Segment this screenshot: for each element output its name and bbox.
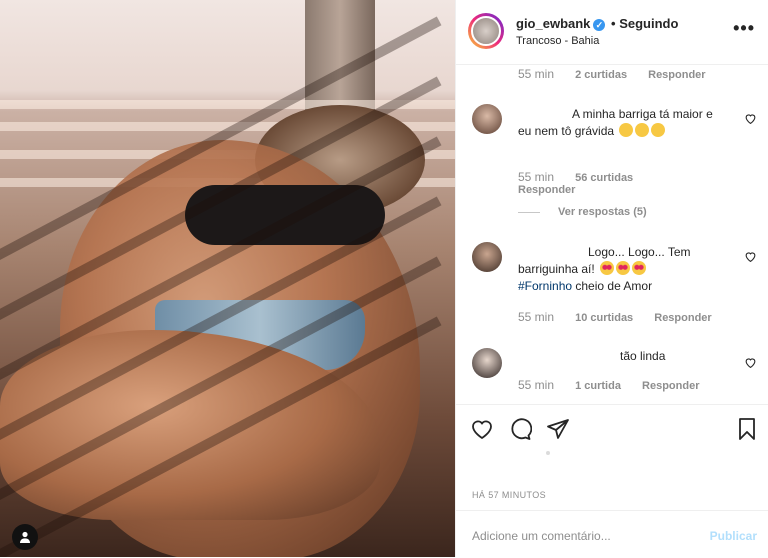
heart-icon[interactable] <box>744 250 757 263</box>
publish-button[interactable]: Publicar <box>710 529 757 543</box>
comment-input[interactable]: Adicione um comentário... <box>472 529 611 543</box>
comment-time[interactable]: 55 min <box>518 67 554 81</box>
post-actions <box>456 404 768 465</box>
bookmark-icon[interactable] <box>735 417 759 441</box>
comment-text: tão linda <box>518 348 728 365</box>
caption-meta: 55 min 2 curtidas Responder <box>518 67 706 81</box>
avatar[interactable] <box>472 242 502 272</box>
post-timestamp[interactable]: HÁ 57 MINUTOS <box>472 490 546 500</box>
reply-button[interactable]: Responder <box>654 312 711 324</box>
comment-likes[interactable]: 56 curtidas <box>575 172 633 184</box>
avatar[interactable] <box>471 16 501 46</box>
add-comment-bar: Adicione um comentário... Publicar <box>456 510 768 558</box>
comment-meta: 55 min 1 curtida Responder <box>518 378 758 392</box>
comments-list[interactable]: 55 min 2 curtidas Responder A minha barr… <box>456 64 768 404</box>
comment-likes[interactable]: 10 curtidas <box>575 312 633 324</box>
instagram-post-view: gio_ewbank ✓ • Seguindo Trancoso - Bahia … <box>0 0 768 557</box>
comment-body-end: cheio de Amor <box>572 279 653 293</box>
comment-body: tão linda <box>620 349 666 363</box>
hashtag-link[interactable]: #Forninho <box>518 279 572 293</box>
comment-time[interactable]: 55 min <box>518 378 554 392</box>
post-header: gio_ewbank ✓ • Seguindo Trancoso - Bahia … <box>456 0 768 65</box>
comment-icon[interactable] <box>508 417 532 441</box>
avatar[interactable] <box>472 104 502 134</box>
avatar[interactable] <box>472 348 502 378</box>
divider <box>518 211 540 213</box>
more-options-icon[interactable]: ••• <box>733 18 755 39</box>
comment-meta: 55 min 10 curtidas Responder <box>518 310 758 324</box>
reply-button[interactable]: Responder <box>648 69 705 81</box>
heart-eyes-icon <box>600 261 615 275</box>
heart-icon[interactable] <box>470 417 494 441</box>
comment-text: Logo... Logo... Tem barriguinha aí! #For… <box>518 244 728 295</box>
tagged-users-icon[interactable] <box>12 524 38 550</box>
follow-status-button[interactable]: • Seguindo <box>611 16 678 31</box>
heart-eyes-icon <box>632 261 647 275</box>
pager-dot <box>546 451 550 455</box>
verified-badge-icon: ✓ <box>593 18 606 31</box>
crying-face-icon <box>619 123 634 137</box>
comment-text: A minha barriga tá maior e eu nem tô grá… <box>518 106 728 140</box>
comment-time[interactable]: 55 min <box>518 310 554 324</box>
reply-button[interactable]: Responder <box>642 380 699 392</box>
comment-time[interactable]: 55 min <box>518 170 554 184</box>
send-icon[interactable] <box>546 417 570 441</box>
comment-meta: 55 min 56 curtidas Responder <box>518 170 758 196</box>
laughing-face-icon <box>635 123 650 137</box>
location-link[interactable]: Trancoso - Bahia <box>516 35 599 47</box>
heart-icon[interactable] <box>744 112 757 125</box>
username-row: gio_ewbank ✓ • Seguindo <box>516 16 678 31</box>
heart-icon[interactable] <box>744 356 757 369</box>
post-photo[interactable] <box>0 0 455 557</box>
comment-body: A minha barriga tá maior e eu nem tô grá… <box>518 107 713 138</box>
reply-button[interactable]: Responder <box>518 184 575 196</box>
post-side-panel: gio_ewbank ✓ • Seguindo Trancoso - Bahia … <box>455 0 768 557</box>
heart-eyes-icon <box>616 261 631 275</box>
username-link[interactable]: gio_ewbank <box>516 16 590 31</box>
view-replies-label: Ver respostas (5) <box>558 206 647 218</box>
view-replies-button[interactable]: Ver respostas (5) <box>518 206 647 218</box>
comment-likes[interactable]: 2 curtidas <box>575 69 627 81</box>
laughing-face-icon <box>651 123 666 137</box>
comment-likes[interactable]: 1 curtida <box>575 380 621 392</box>
